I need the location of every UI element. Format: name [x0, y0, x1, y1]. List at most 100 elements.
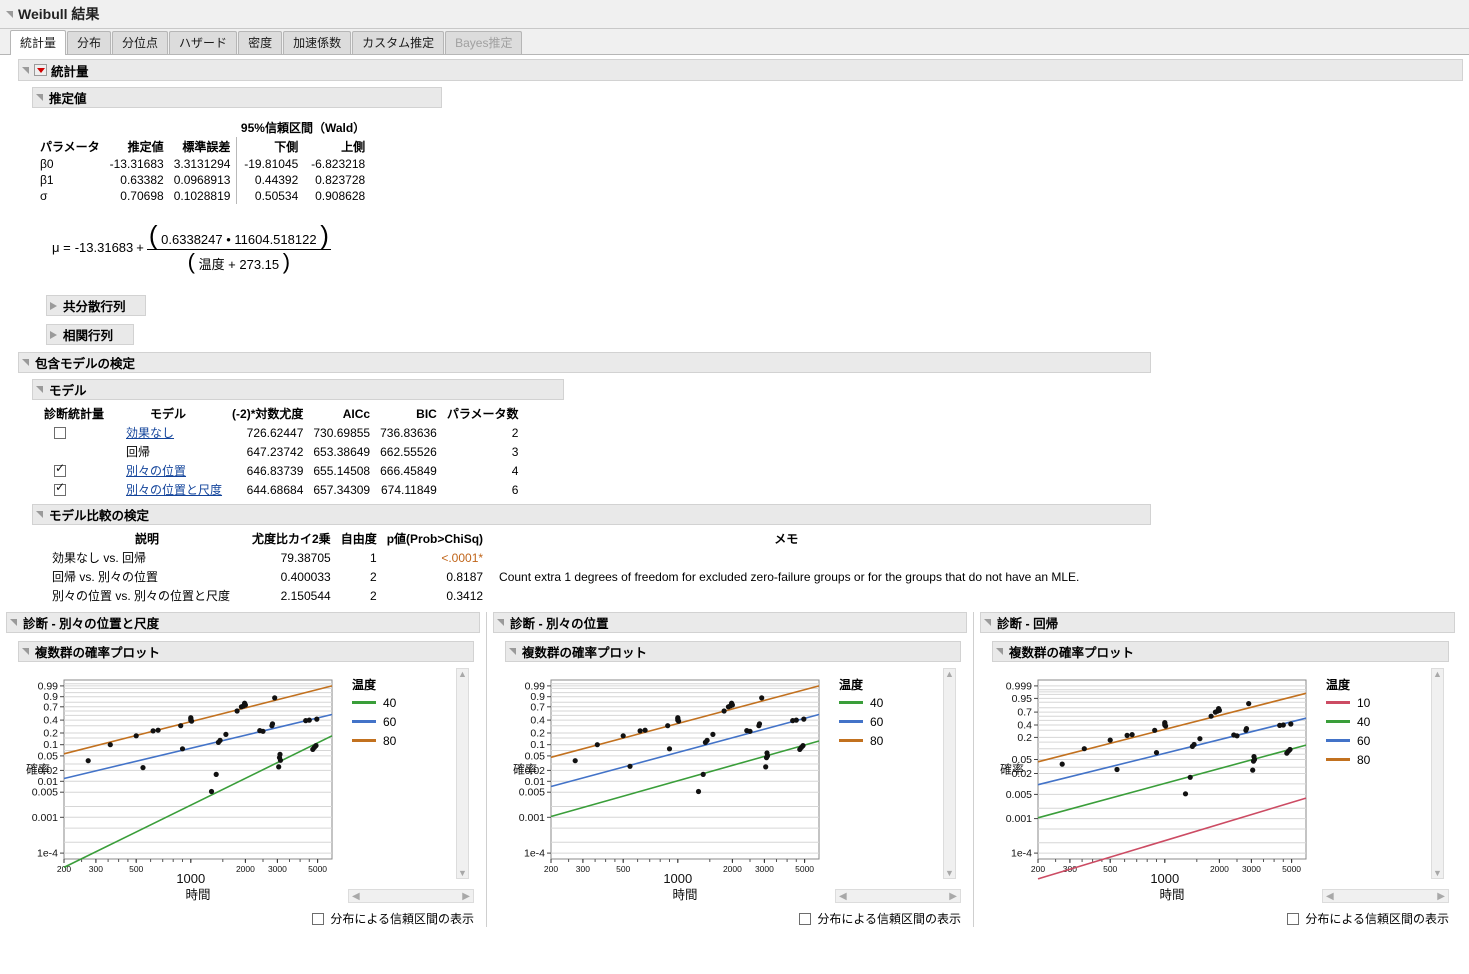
data-point — [1197, 736, 1202, 741]
diagnostic-disclosure-icon[interactable] — [497, 618, 506, 627]
y-axis-label: 確率 — [26, 762, 50, 777]
scroll-right-arrow-icon[interactable]: ▶ — [949, 891, 957, 902]
plot-horizontal-scrollbar-2[interactable]: ◀▶ — [1322, 889, 1449, 903]
formula-numerator-group: ( 0.6338247 • 11604.518122 ) — [147, 222, 331, 249]
data-point — [243, 702, 248, 707]
model-disclosure-icon[interactable] — [36, 385, 45, 394]
diagnostic-header-2[interactable]: 診断 - 回帰 — [980, 612, 1455, 633]
legend-item-40[interactable]: 40 — [839, 693, 943, 712]
report-disclosure-icon[interactable] — [6, 10, 15, 19]
confidence-interval-checkbox[interactable] — [799, 913, 811, 925]
data-point — [156, 728, 161, 733]
statistics-red-triangle-menu-icon[interactable] — [34, 64, 47, 76]
xtick-label: 3000 — [1242, 864, 1261, 874]
tab-2[interactable]: 分位点 — [112, 31, 168, 54]
scroll-down-arrow-icon[interactable]: ▼ — [945, 868, 954, 878]
xtick-label: 500 — [1103, 864, 1117, 874]
section-header-estimates[interactable]: 推定値 — [32, 87, 442, 108]
tab-5[interactable]: 加速係数 — [283, 31, 351, 54]
tab-0[interactable]: 統計量 — [10, 30, 66, 55]
scroll-down-arrow-icon[interactable]: ▼ — [1433, 868, 1442, 878]
section-header-nested-models-test[interactable]: 包含モデルの検定 — [18, 352, 1151, 373]
ytick-label: 0.1 — [43, 739, 58, 751]
diagnostic-disclosure-icon[interactable] — [10, 618, 19, 627]
scroll-left-arrow-icon[interactable]: ◀ — [1326, 891, 1334, 902]
confidence-interval-checkbox-row-2[interactable]: 分布による信頼区間の表示 — [1287, 910, 1449, 927]
scroll-up-arrow-icon[interactable]: ▲ — [945, 669, 954, 679]
scroll-down-arrow-icon[interactable]: ▼ — [458, 868, 467, 878]
correlation-disclosure-icon[interactable] — [50, 330, 59, 339]
data-point — [223, 732, 228, 737]
ytick-label: 0.9 — [43, 691, 58, 703]
scroll-left-arrow-icon[interactable]: ◀ — [352, 891, 360, 902]
plot-horizontal-scrollbar-1[interactable]: ◀▶ — [835, 889, 961, 903]
estimates-header-row: パラメータ推定値標準誤差下側上側 — [36, 137, 371, 156]
model-name-link[interactable]: 別々の位置 — [126, 464, 186, 478]
scroll-right-arrow-icon[interactable]: ▶ — [1437, 891, 1445, 902]
plot-horizontal-scrollbar-0[interactable]: ◀▶ — [348, 889, 474, 903]
plot-vertical-scrollbar-2[interactable]: ▲▼ — [1431, 668, 1444, 879]
statistics-disclosure-icon[interactable] — [22, 66, 31, 75]
model-checkbox[interactable] — [54, 484, 66, 496]
diagnostic-header-0[interactable]: 診断 - 別々の位置と尺度 — [6, 612, 480, 633]
legend-item-60[interactable]: 60 — [839, 712, 943, 731]
section-header-correlation[interactable]: 相関行列 — [46, 324, 134, 345]
model-name-link[interactable]: 別々の位置と尺度 — [126, 483, 222, 497]
section-header-covariance[interactable]: 共分散行列 — [46, 295, 146, 316]
nested-models-disclosure-icon[interactable] — [22, 358, 31, 367]
legend-item-40[interactable]: 40 — [352, 693, 456, 712]
section-header-statistics[interactable]: 統計量 — [18, 59, 1463, 81]
plot-disclosure-icon[interactable] — [509, 647, 518, 656]
legend-item-10[interactable]: 10 — [1326, 693, 1431, 712]
legend-item-40[interactable]: 40 — [1326, 712, 1431, 731]
plot-disclosure-icon[interactable] — [22, 647, 31, 656]
diagnostic-header-1[interactable]: 診断 - 別々の位置 — [493, 612, 967, 633]
ytick-label: 0.99 — [525, 680, 546, 692]
section-header-model-comparison-test[interactable]: モデル比較の検定 — [32, 504, 1151, 525]
legend-item-80[interactable]: 80 — [1326, 750, 1431, 769]
confidence-interval-checkbox[interactable] — [1287, 913, 1299, 925]
plot-vertical-scrollbar-0[interactable]: ▲▼ — [456, 668, 469, 879]
tab-4[interactable]: 密度 — [238, 31, 282, 54]
covariance-disclosure-icon[interactable] — [50, 301, 59, 310]
plot-vertical-scrollbar-1[interactable]: ▲▼ — [943, 668, 956, 879]
model-checkbox[interactable] — [54, 427, 66, 439]
estimates-disclosure-icon[interactable] — [36, 93, 45, 102]
plot-header-0[interactable]: 複数群の確率プロット — [18, 641, 474, 662]
data-point — [1183, 791, 1188, 796]
data-point — [235, 708, 240, 713]
confidence-interval-checkbox-row-1[interactable]: 分布による信頼区間の表示 — [799, 910, 961, 927]
model-col-header-5: パラメータ数 — [443, 404, 525, 423]
page-title: Weibull 結果 — [18, 4, 99, 24]
model-checkbox[interactable] — [54, 465, 66, 477]
comparison-col-header-1: 尤度比カイ2乗 — [248, 529, 337, 548]
plot-header-2[interactable]: 複数群の確率プロット — [992, 641, 1449, 662]
tab-3[interactable]: ハザード — [169, 31, 237, 54]
model-comparison-disclosure-icon[interactable] — [36, 510, 45, 519]
confidence-interval-checkbox-row-0[interactable]: 分布による信頼区間の表示 — [312, 910, 474, 927]
section-header-model[interactable]: モデル — [32, 379, 564, 400]
legend-item-60[interactable]: 60 — [1326, 731, 1431, 750]
model-nparm: 6 — [443, 480, 525, 499]
data-point — [1130, 732, 1135, 737]
scroll-right-arrow-icon[interactable]: ▶ — [462, 891, 470, 902]
tab-1[interactable]: 分布 — [67, 31, 111, 54]
plot-header-1[interactable]: 複数群の確率プロット — [505, 641, 961, 662]
legend-item-60[interactable]: 60 — [352, 712, 456, 731]
model-loglik: 644.68684 — [228, 480, 309, 499]
legend-item-80[interactable]: 80 — [839, 731, 943, 750]
data-point — [722, 708, 727, 713]
data-point — [1108, 738, 1113, 743]
legend-item-80[interactable]: 80 — [352, 731, 456, 750]
scroll-left-arrow-icon[interactable]: ◀ — [839, 891, 847, 902]
diagnostic-disclosure-icon[interactable] — [984, 618, 993, 627]
model-aicc: 730.69855 — [309, 423, 376, 442]
tab-6[interactable]: カスタム推定 — [352, 31, 444, 54]
scroll-up-arrow-icon[interactable]: ▲ — [458, 669, 467, 679]
ytick-label: 0.7 — [1017, 707, 1032, 719]
plot-disclosure-icon[interactable] — [996, 647, 1005, 656]
scroll-up-arrow-icon[interactable]: ▲ — [1433, 669, 1442, 679]
legend-swatch-icon — [352, 739, 376, 742]
model-name-link[interactable]: 効果なし — [126, 426, 174, 440]
confidence-interval-checkbox[interactable] — [312, 913, 324, 925]
